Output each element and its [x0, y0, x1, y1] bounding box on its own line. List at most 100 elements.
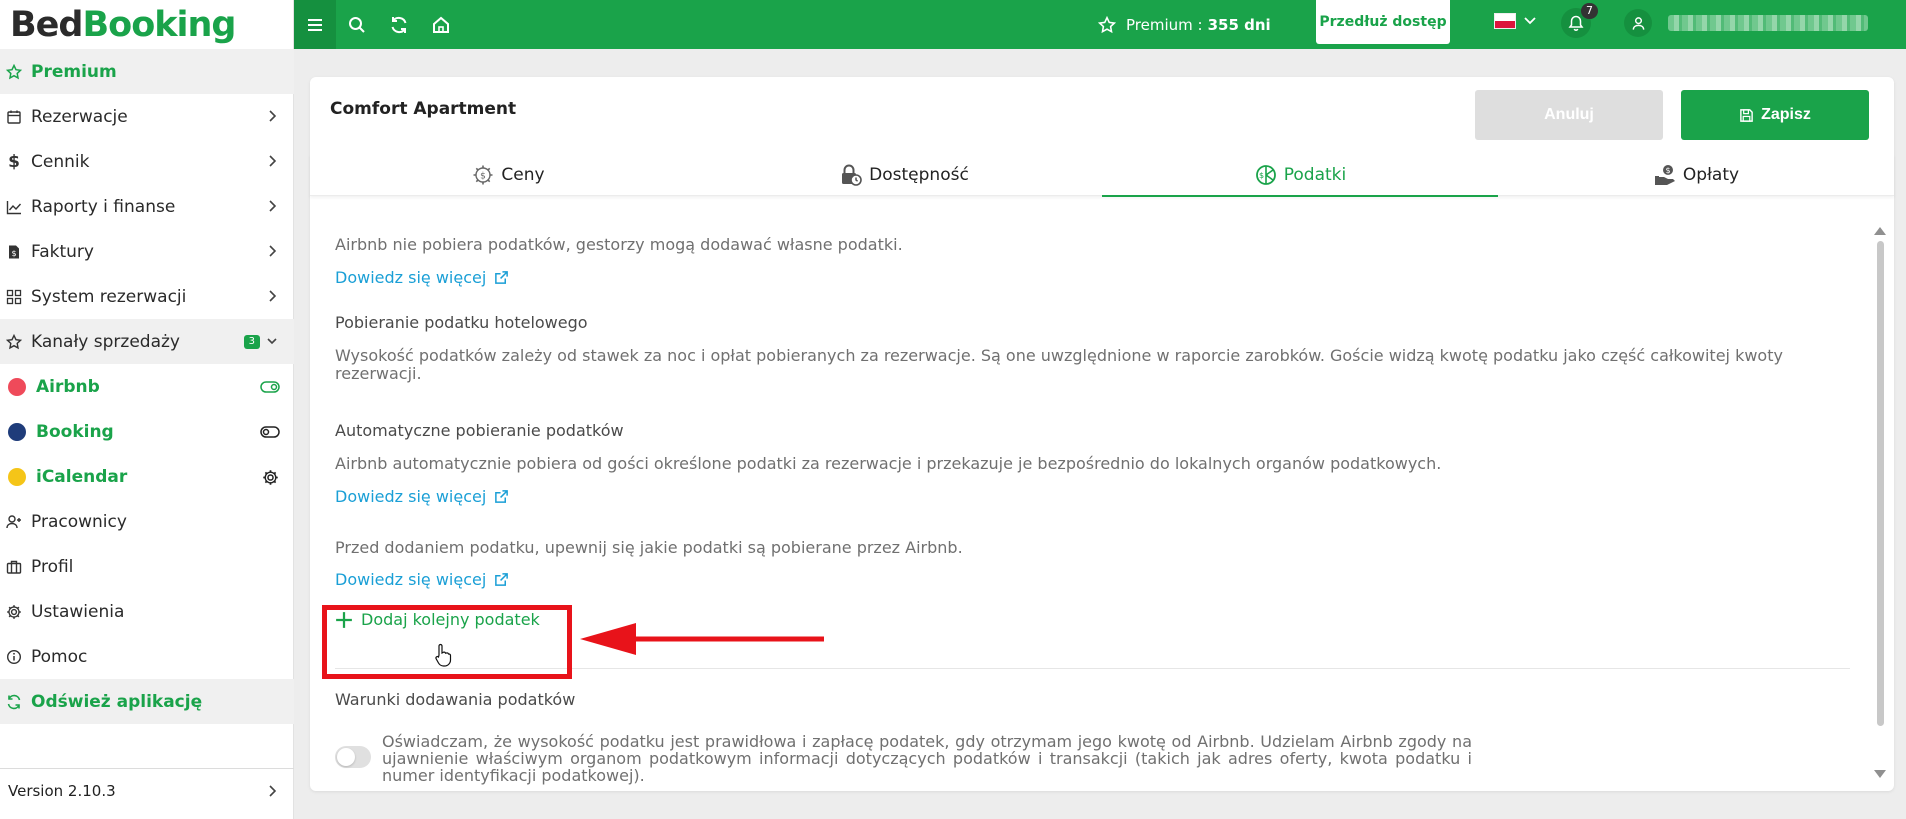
external-link-icon	[495, 271, 509, 284]
logo[interactable]: Bed Booking	[0, 0, 293, 49]
sidebar-channel-booking[interactable]: Booking	[0, 409, 294, 454]
intro-text: Airbnb nie pobiera podatków, gestorzy mo…	[335, 235, 903, 254]
sidebar-item-label: System rezerwacji	[31, 286, 187, 307]
sidebar-item-label: Profil	[31, 556, 74, 577]
toggle-on-icon[interactable]	[260, 377, 280, 397]
gear-icon	[6, 604, 22, 620]
sidebar-item-label: Faktury	[31, 241, 94, 262]
channel-label: Airbnb	[36, 376, 100, 397]
chevron-down-icon[interactable]	[1523, 14, 1537, 28]
search-button[interactable]	[336, 0, 378, 49]
chevron-right-icon	[269, 290, 277, 302]
external-link-icon	[495, 490, 509, 503]
tabs: $ Ceny Dostępność $ Podatki $ Opłaty	[310, 154, 1894, 197]
scroll-down-icon[interactable]	[1874, 770, 1886, 778]
sidebar-item-label: Rezerwacje	[31, 106, 128, 127]
sidebar-item-faktury[interactable]: $ Faktury	[0, 229, 294, 274]
user-name-blurred[interactable]	[1668, 15, 1868, 31]
sidebar-item-label: Pracownicy	[31, 511, 127, 532]
tab-podatki[interactable]: $ Podatki	[1102, 154, 1498, 197]
logo-bed: Bed	[10, 4, 83, 45]
scrollbar[interactable]	[1873, 225, 1887, 780]
home-button[interactable]	[420, 0, 462, 49]
sidebar-item-label: Pomoc	[31, 646, 88, 667]
learn-more-link[interactable]: Dowiedz się więcej	[335, 570, 509, 589]
scroll-thumb[interactable]	[1877, 241, 1884, 726]
sidebar-item-pracownicy[interactable]: Pracownicy	[0, 499, 294, 544]
refresh-icon	[6, 694, 22, 710]
red-arrow-icon	[580, 623, 824, 655]
tab-ceny[interactable]: $ Ceny	[310, 154, 706, 195]
bell-icon	[1568, 15, 1584, 31]
airbnb-dot	[8, 377, 26, 396]
hotel-tax-text: Wysokość podatków zależy od stawek za no…	[335, 346, 1783, 383]
sidebar-item-kanaly-sprzedazy[interactable]: Kanały sprzedaży 3	[0, 319, 294, 364]
logo-booking: Booking	[82, 4, 236, 45]
poland-flag-icon[interactable]	[1494, 13, 1516, 29]
sidebar-item-profil[interactable]: Profil	[0, 544, 294, 589]
chevron-right-icon	[269, 785, 277, 797]
svg-text:$: $	[481, 171, 487, 181]
fee-icon: $	[1654, 164, 1675, 185]
before-add-text: Przed dodaniem podatku, upewnij się jaki…	[335, 538, 963, 557]
svg-text:$: $	[11, 249, 16, 258]
premium-days: 355 dni	[1207, 15, 1271, 34]
menu-button[interactable]	[294, 0, 336, 49]
floppy-icon	[1740, 108, 1753, 122]
extend-access-button[interactable]: Przedłuż dostęp	[1316, 0, 1450, 44]
learn-more-link[interactable]: Dowiedz się więcej	[335, 268, 509, 287]
sidebar-item-premium[interactable]: Premium	[0, 49, 294, 94]
sidebar-item-label: Premium	[31, 61, 117, 82]
consent-toggle[interactable]	[335, 746, 371, 768]
notifications-count: 7	[1581, 3, 1598, 19]
chevron-right-icon	[269, 245, 277, 257]
user-add-icon	[6, 514, 22, 530]
premium-status[interactable]: Premium : 355 dni	[1098, 0, 1271, 49]
page-title: Comfort Apartment	[330, 99, 517, 119]
tax-settings-card: Comfort Apartment Anuluj Zapisz $ Ceny D…	[310, 77, 1894, 791]
auto-tax-text: Airbnb automatycznie pobiera od gości ok…	[335, 454, 1442, 473]
invoice-icon: $	[6, 244, 22, 260]
sidebar-item-label: Ustawienia	[31, 601, 125, 622]
save-button[interactable]: Zapisz	[1681, 90, 1869, 140]
tax-icon: $	[1255, 164, 1276, 185]
tab-label: Podatki	[1283, 164, 1347, 185]
search-icon	[349, 16, 365, 33]
chevron-right-icon	[269, 155, 277, 167]
version-selector[interactable]: Version 2.10.3	[0, 768, 294, 813]
chevron-right-icon	[269, 110, 277, 122]
tab-dostepnosc[interactable]: Dostępność	[706, 154, 1102, 195]
sidebar-item-pomoc[interactable]: Pomoc	[0, 634, 294, 679]
chevron-right-icon	[269, 200, 277, 212]
booking-dot	[8, 422, 26, 441]
external-link-icon	[495, 573, 509, 586]
scroll-up-icon[interactable]	[1874, 227, 1886, 235]
sidebar-item-rezerwacje[interactable]: Rezerwacje	[0, 94, 294, 139]
cancel-button[interactable]: Anuluj	[1475, 90, 1663, 140]
learn-more-link[interactable]: Dowiedz się więcej	[335, 487, 509, 506]
gear-icon[interactable]	[260, 467, 280, 487]
sidebar: Bed Booking Premium Rezerwacje $ Cennik R…	[0, 0, 294, 819]
tab-oplaty[interactable]: $ Opłaty	[1498, 154, 1894, 195]
sidebar-item-system-rezerwacji[interactable]: System rezerwacji	[0, 274, 294, 319]
channel-label: Booking	[36, 421, 114, 442]
sidebar-item-odswiez[interactable]: Odśwież aplikację	[0, 679, 294, 724]
chart-icon	[6, 199, 22, 215]
link-label: Dowiedz się więcej	[335, 268, 487, 287]
sidebar-item-raporty[interactable]: Raporty i finanse	[0, 184, 294, 229]
tab-label: Dostępność	[869, 164, 969, 185]
sidebar-item-ustawienia[interactable]: Ustawienia	[0, 589, 294, 634]
sidebar-channel-airbnb[interactable]: Airbnb	[0, 364, 294, 409]
refresh-button[interactable]	[378, 0, 420, 49]
toggle-off-icon[interactable]	[260, 422, 280, 442]
lock-clock-icon	[842, 164, 862, 186]
hamburger-icon	[308, 18, 322, 31]
link-label: Dowiedz się więcej	[335, 487, 487, 506]
sidebar-item-label: Kanały sprzedaży	[31, 331, 180, 352]
channel-label: iCalendar	[36, 466, 128, 487]
star-outline-icon	[6, 333, 22, 350]
icalendar-dot	[8, 467, 26, 486]
sidebar-channel-icalendar[interactable]: iCalendar	[0, 454, 294, 499]
sidebar-item-cennik[interactable]: $ Cennik	[0, 139, 294, 184]
avatar[interactable]	[1624, 9, 1652, 37]
